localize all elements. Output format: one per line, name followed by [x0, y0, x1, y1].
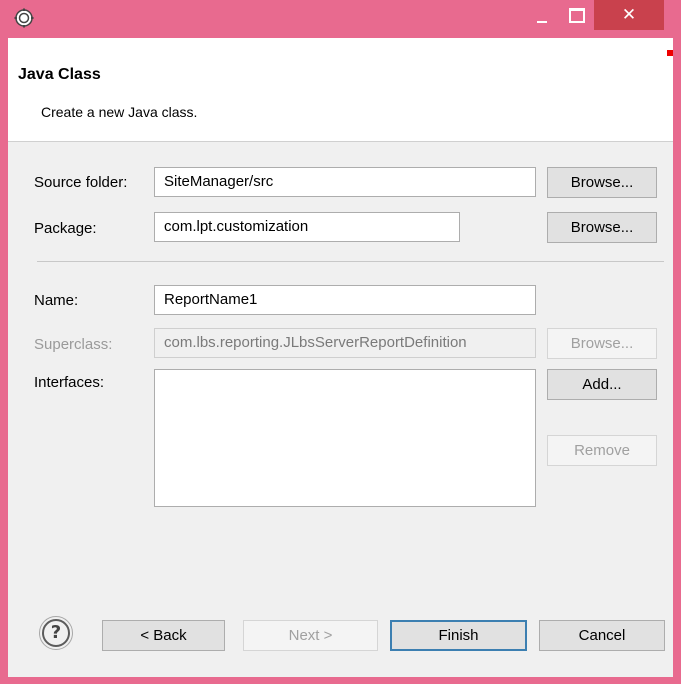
maximize-button[interactable] [560, 0, 590, 30]
source-folder-label: Source folder: [34, 174, 128, 191]
superclass-browse-button[interactable]: Browse... [547, 328, 657, 359]
wizard-header: Java Class Create a new Java class. [8, 38, 673, 142]
header-marker [667, 50, 673, 56]
package-input[interactable]: com.lpt.customization [154, 212, 460, 242]
finish-button[interactable]: Finish [390, 620, 527, 651]
help-icon: ? [42, 619, 70, 647]
package-label: Package: [34, 220, 97, 237]
eclipse-gear-icon[interactable] [14, 8, 34, 28]
name-label: Name: [34, 292, 79, 309]
separator [37, 261, 664, 262]
remove-interface-button[interactable]: Remove [547, 435, 657, 466]
title-bar[interactable]: ✕ [0, 0, 681, 38]
cancel-button[interactable]: Cancel [539, 620, 665, 651]
next-button[interactable]: Next > [243, 620, 378, 651]
wizard-description: Create a new Java class. [41, 104, 198, 120]
package-browse-button[interactable]: Browse... [547, 212, 657, 243]
source-folder-input[interactable]: SiteManager/src [154, 167, 536, 197]
add-interface-button[interactable]: Add... [547, 369, 657, 400]
minimize-button[interactable] [526, 0, 556, 30]
source-folder-browse-button[interactable]: Browse... [547, 167, 657, 198]
close-icon: ✕ [621, 5, 637, 25]
name-input[interactable]: ReportName1 [154, 285, 536, 315]
interfaces-list[interactable] [154, 369, 536, 507]
superclass-label: Superclass: [34, 336, 113, 353]
new-java-class-dialog: Java Class Create a new Java class. Sour… [8, 38, 673, 677]
close-button[interactable]: ✕ [594, 0, 664, 30]
back-button[interactable]: < Back [102, 620, 225, 651]
superclass-input[interactable]: com.lbs.reporting.JLbsServerReportDefini… [154, 328, 536, 358]
wizard-title: Java Class [18, 66, 101, 83]
interfaces-label: Interfaces: [34, 374, 105, 391]
